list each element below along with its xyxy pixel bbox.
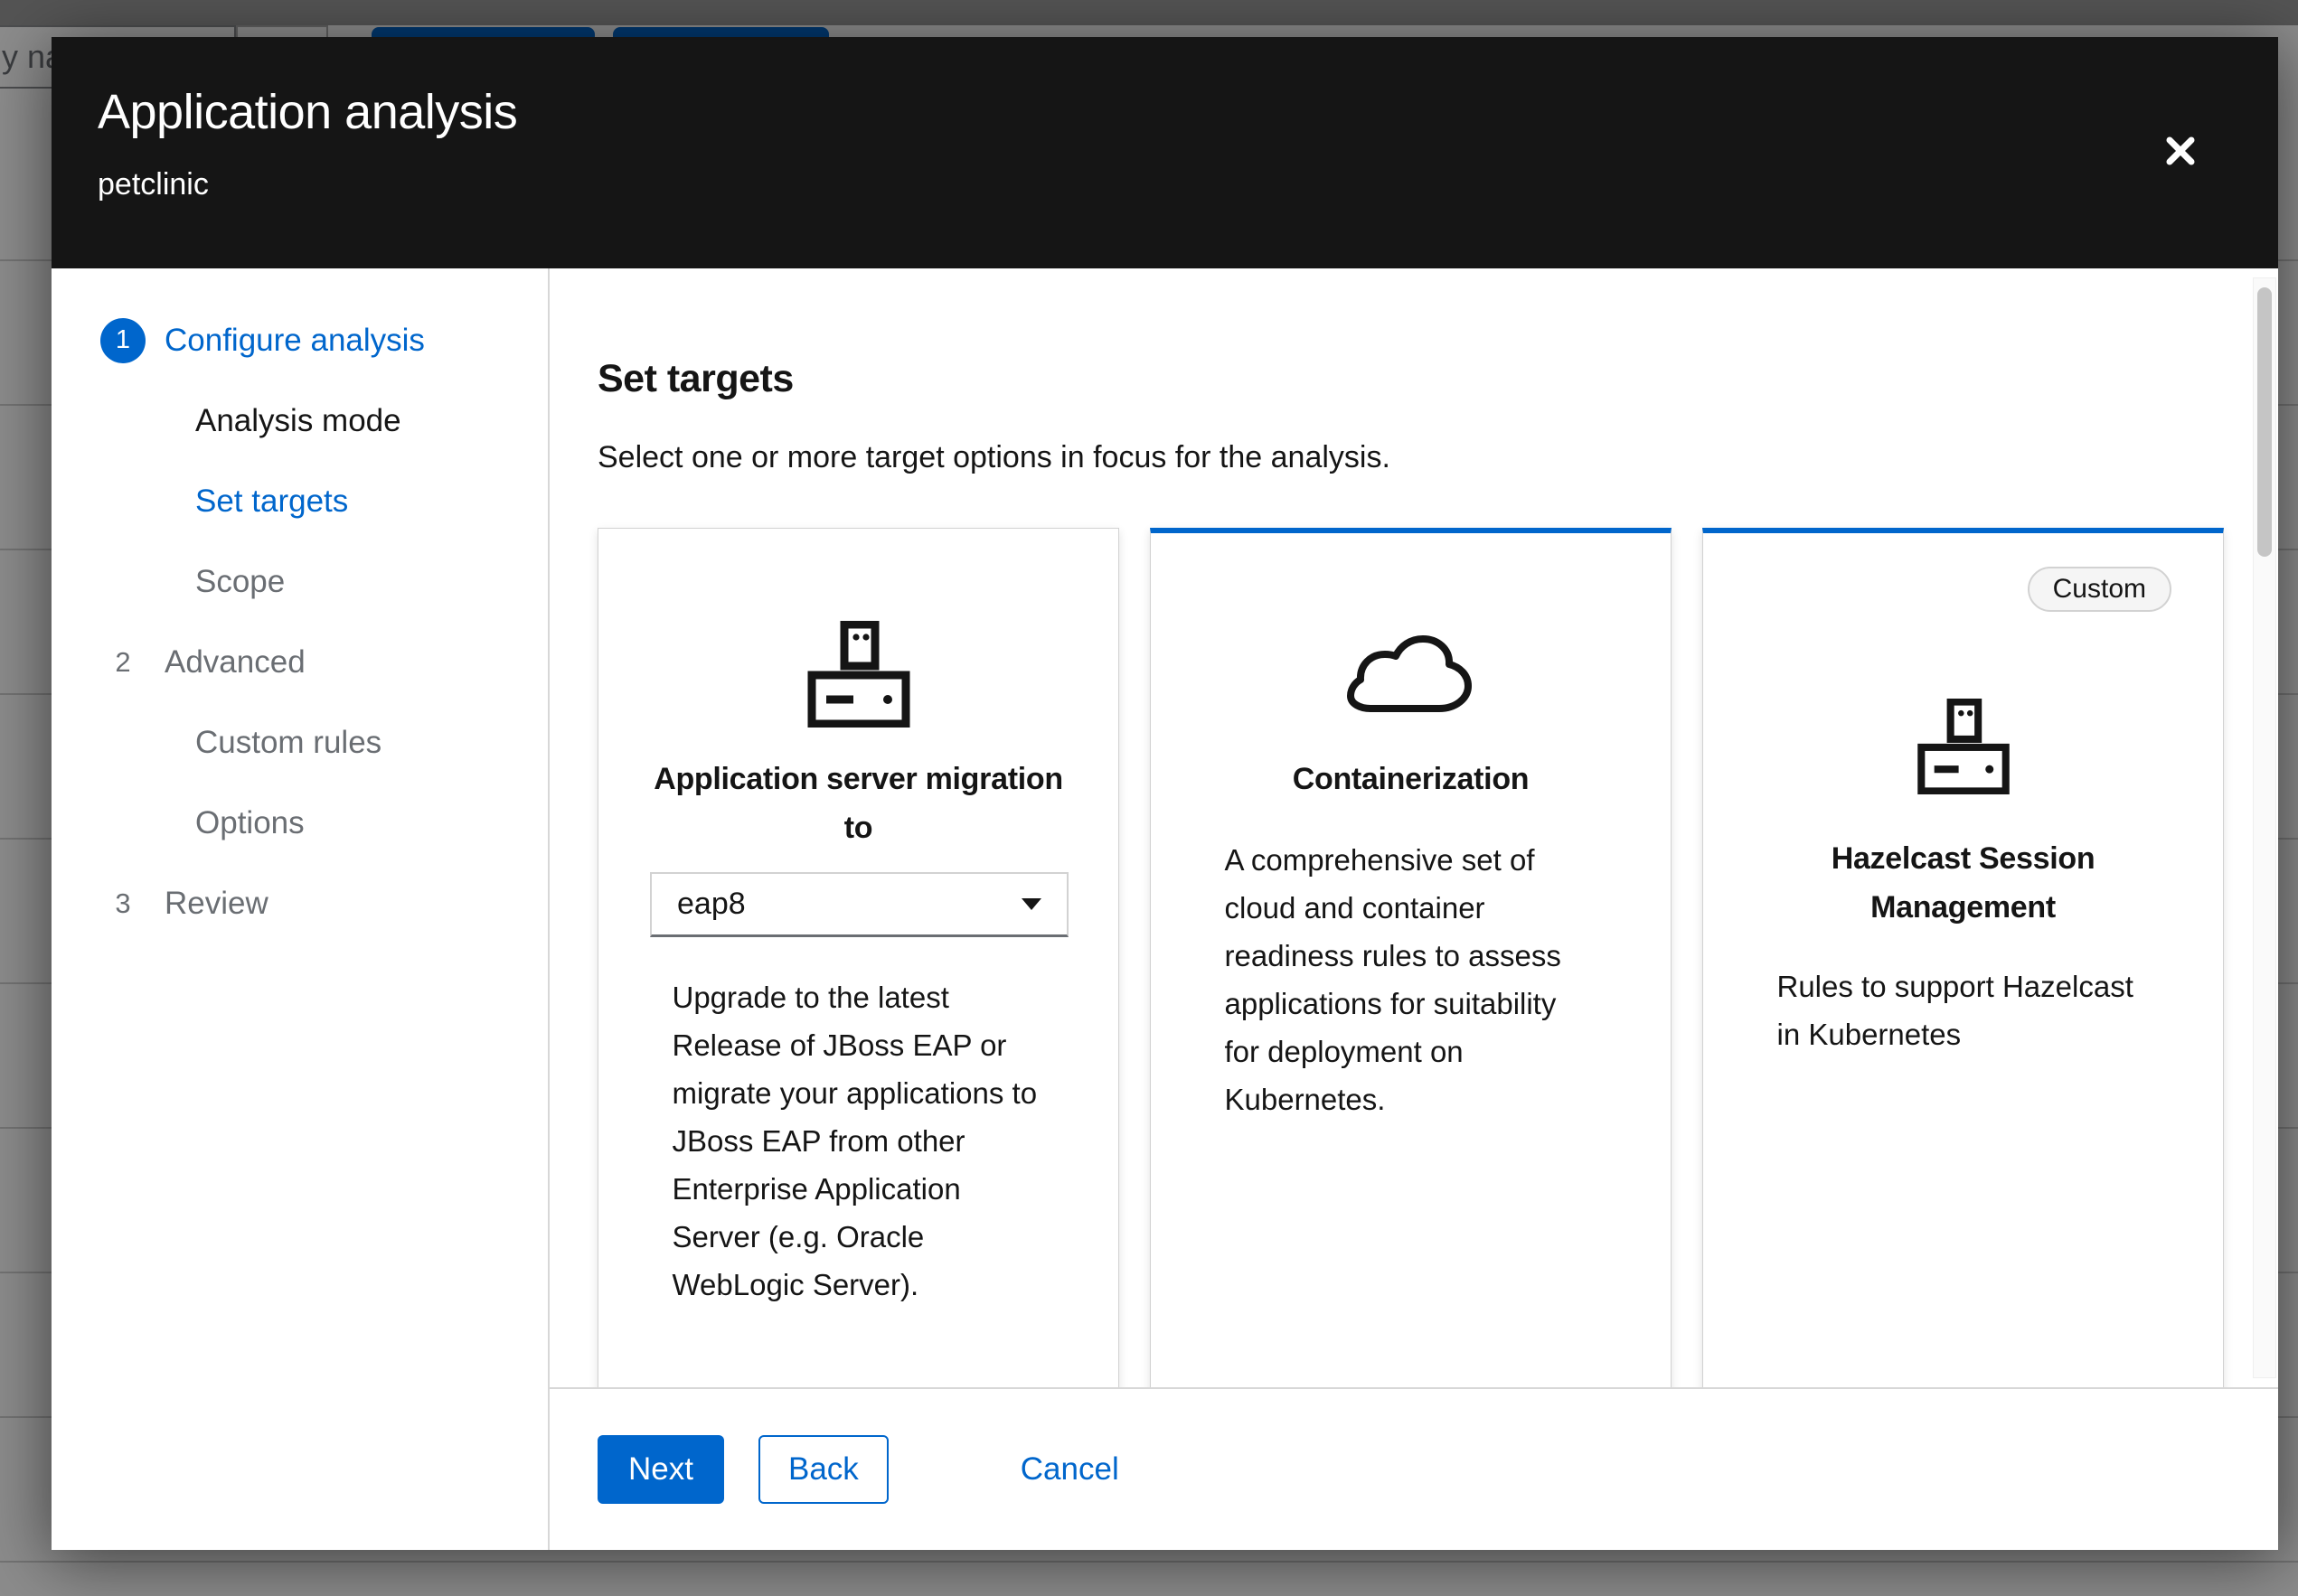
card-description: A comprehensive set of cloud and contain… xyxy=(1225,836,1597,1123)
card-title: Application server migration to xyxy=(650,755,1067,852)
step-number-badge: 1 xyxy=(100,318,146,363)
screen: y na Application analysis petclinic xyxy=(0,0,2298,1596)
application-analysis-modal: Application analysis petclinic 1 Co xyxy=(52,37,2278,1550)
wizard-main: Set targets Select one or more target op… xyxy=(550,268,2278,1550)
content-scrollbar[interactable] xyxy=(2253,277,2276,1378)
nav-item-label: Set targets xyxy=(195,483,348,520)
step-number: 2 xyxy=(115,646,130,679)
next-button[interactable]: Next xyxy=(598,1435,724,1504)
card-containerization[interactable]: Containerization A comprehensive set of … xyxy=(1150,528,1672,1387)
card-description: Rules to support Hazelcast in Kubernetes xyxy=(1777,962,2150,1058)
nav-step-configure-analysis[interactable]: 1 Configure analysis xyxy=(52,300,548,380)
select-value: eap8 xyxy=(677,887,746,922)
card-description: Upgrade to the latest Release of JBoss E… xyxy=(673,973,1045,1309)
wizard-content: Set targets Select one or more target op… xyxy=(550,268,2278,1387)
nav-step-review[interactable]: 3 Review xyxy=(52,863,548,944)
page-description: Select one or more target options in foc… xyxy=(598,434,2224,481)
wizard-footer: Next Back Cancel xyxy=(550,1387,2278,1550)
custom-badge: Custom xyxy=(2028,567,2171,612)
step-number: 3 xyxy=(115,887,130,920)
nav-item-label: Analysis mode xyxy=(195,403,401,439)
modal-title: Application analysis xyxy=(98,84,2278,140)
nav-item-options[interactable]: Options xyxy=(52,783,548,863)
page-title: Set targets xyxy=(598,355,2224,402)
nav-item-set-targets[interactable]: Set targets xyxy=(52,461,548,541)
target-version-select[interactable]: eap8 xyxy=(650,872,1069,937)
nav-item-label: Options xyxy=(195,805,305,841)
nav-step-advanced[interactable]: 2 Advanced xyxy=(52,622,548,702)
close-icon xyxy=(2162,133,2199,169)
modal-subtitle: petclinic xyxy=(98,167,2278,202)
cloud-icon xyxy=(1202,613,1619,735)
card-title: Containerization xyxy=(1202,755,1619,803)
cancel-button[interactable]: Cancel xyxy=(1015,1450,1125,1488)
card-application-server-migration[interactable]: Application server migration to eap8 Upg… xyxy=(598,528,1119,1387)
nav-item-custom-rules[interactable]: Custom rules xyxy=(52,702,548,783)
nav-step-label: Configure analysis xyxy=(165,323,425,359)
caret-down-icon xyxy=(1022,898,1041,910)
target-cards: Application server migration to eap8 Upg… xyxy=(598,528,2224,1387)
scrollbar-thumb[interactable] xyxy=(2257,287,2272,557)
nav-item-analysis-mode[interactable]: Analysis mode xyxy=(52,380,548,461)
modal-header: Application analysis petclinic xyxy=(52,37,2278,268)
wizard-body: 1 Configure analysis Analysis mode Set t… xyxy=(52,268,2278,1550)
close-button[interactable] xyxy=(2157,127,2204,174)
nav-item-scope[interactable]: Scope xyxy=(52,541,548,622)
wizard-nav: 1 Configure analysis Analysis mode Set t… xyxy=(52,268,550,1550)
nav-step-label: Review xyxy=(165,886,268,922)
nav-item-label: Scope xyxy=(195,564,285,600)
nav-item-label: Custom rules xyxy=(195,725,381,761)
nav-step-label: Advanced xyxy=(165,644,306,681)
card-hazelcast-session-management[interactable]: Custom xyxy=(1702,528,2224,1387)
back-button[interactable]: Back xyxy=(758,1435,889,1504)
server-icon xyxy=(1755,694,2171,798)
card-title: Hazelcast Session Management xyxy=(1755,834,2171,932)
server-icon xyxy=(650,613,1067,735)
